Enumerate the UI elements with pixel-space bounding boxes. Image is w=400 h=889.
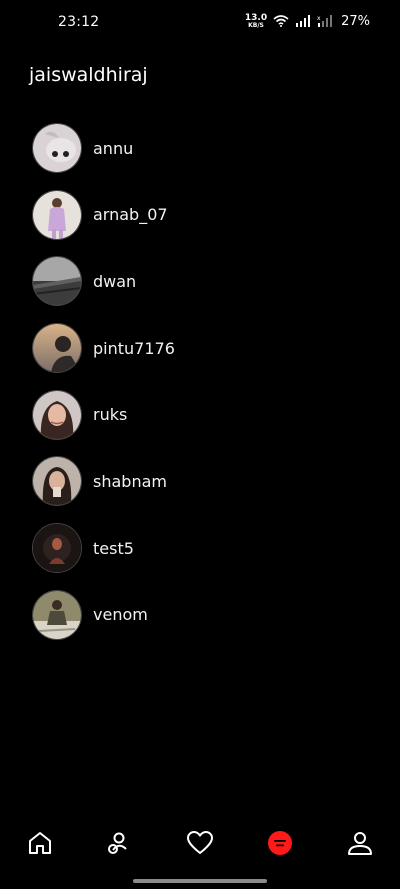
list-item[interactable]: annu: [0, 123, 400, 173]
avatar: [32, 589, 82, 640]
status-icons: 13.0 KB/S x 27%: [245, 12, 370, 31]
username: pintu7176: [93, 338, 175, 358]
username: shabnam: [93, 471, 167, 491]
messages-icon[interactable]: [265, 828, 295, 858]
avatar: [32, 189, 82, 240]
list-item[interactable]: pintu7176: [0, 323, 400, 374]
list-item[interactable]: ruks: [0, 389, 400, 440]
home-indicator[interactable]: [133, 879, 267, 883]
username: arnab_07: [93, 205, 168, 225]
heart-icon[interactable]: [185, 828, 215, 858]
username: annu: [93, 138, 134, 158]
svg-text:x: x: [317, 15, 321, 22]
signal-icon: [295, 12, 311, 31]
avatar: [32, 323, 82, 374]
bottom-nav: [0, 818, 400, 868]
status-time: 23:12: [58, 14, 100, 30]
home-icon[interactable]: [25, 828, 55, 858]
list-item[interactable]: shabnam: [0, 456, 400, 507]
signal-2-icon: x: [317, 12, 333, 31]
avatar: [32, 123, 82, 173]
list-item[interactable]: test5: [0, 523, 400, 574]
username: venom: [93, 605, 148, 625]
list-item[interactable]: dwan: [0, 256, 400, 307]
list-item[interactable]: venom: [0, 589, 400, 640]
status-bar: 23:12 13.0 KB/S x 27%: [0, 0, 400, 46]
avatar: [32, 523, 82, 574]
profile-icon[interactable]: [345, 828, 375, 858]
avatar: [32, 256, 82, 307]
username: ruks: [93, 405, 128, 425]
username: test5: [93, 538, 134, 558]
wifi-icon: [273, 12, 289, 31]
battery-level: 27%: [341, 14, 370, 29]
user-list: annu arnab_07 dwan pintu7176 ruks shabna…: [0, 123, 400, 657]
page-title: jaiswaldhiraj: [29, 64, 148, 86]
avatar: [32, 389, 82, 440]
network-speed-value: 13.0: [244, 12, 268, 23]
avatar: [32, 456, 82, 507]
friends-icon[interactable]: [103, 828, 133, 858]
network-speed: 13.0 KB/S: [244, 12, 268, 30]
list-item[interactable]: arnab_07: [0, 189, 400, 240]
username: dwan: [93, 271, 137, 291]
network-speed-unit: KB/S: [248, 21, 264, 29]
